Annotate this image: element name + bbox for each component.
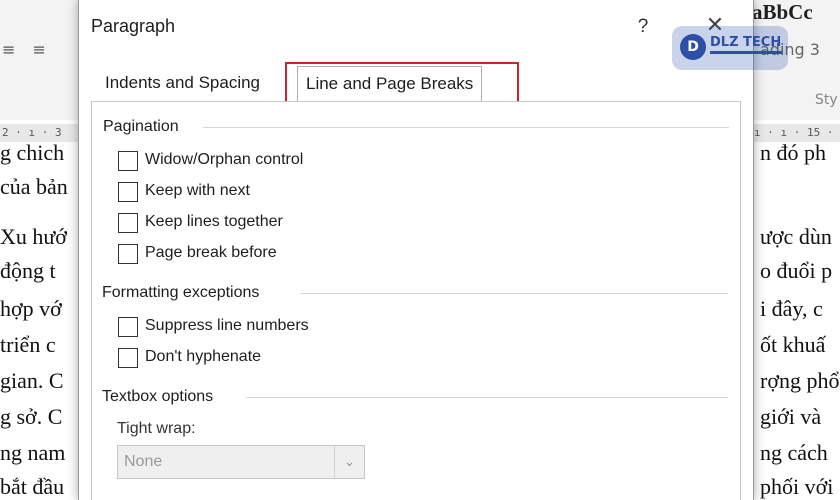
widow-orphan-label[interactable]: Widow/Orphan control: [145, 151, 303, 169]
pagination-group-title: Pagination: [103, 118, 179, 135]
tight-wrap-value: None: [124, 453, 163, 470]
chevron-down-icon: ⌄: [334, 446, 364, 478]
doc-text-line: Xu hướ: [0, 224, 67, 249]
style-preview: aBbCc: [752, 0, 813, 24]
doc-text-line: hợp vớ: [0, 296, 62, 321]
dlz-tech-logo: D DLZ TECH: [672, 26, 788, 70]
suppress-line-numbers-label[interactable]: Suppress line numbers: [145, 317, 309, 335]
keep-with-next-label[interactable]: Keep with next: [145, 182, 250, 200]
keep-lines-together-checkbox[interactable]: [118, 213, 138, 233]
doc-text-line: triển c: [0, 332, 56, 357]
ribbon-left: ≡ ≡: [0, 0, 80, 120]
tight-wrap-label: Tight wrap:: [117, 420, 196, 437]
logo-underline: [710, 51, 782, 54]
textbox-options-title: Textbox options: [102, 388, 214, 405]
suppress-line-numbers-checkbox[interactable]: [118, 317, 138, 337]
tab-indents-and-spacing[interactable]: Indents and Spacing: [97, 66, 268, 100]
doc-text-line: n đó ph: [760, 140, 826, 165]
doc-text-line: ng nam: [0, 440, 66, 465]
doc-text-line: rợng phổ: [760, 368, 840, 393]
doc-text-line: g sở. C: [0, 404, 63, 429]
page-break-before-label[interactable]: Page break before: [145, 244, 277, 262]
doc-text-line: gian. C: [0, 368, 64, 393]
dont-hyphenate-label[interactable]: Don't hyphenate: [145, 348, 261, 366]
doc-text-line: của bản: [0, 174, 68, 199]
doc-text-line: i đây, c: [760, 296, 823, 321]
keep-lines-together-label[interactable]: Keep lines together: [145, 213, 283, 231]
formatting-exceptions-title: Formatting exceptions: [102, 284, 260, 301]
doc-text-line: o đuổi p: [760, 258, 833, 283]
keep-with-next-checkbox[interactable]: [118, 182, 138, 202]
logo-mark-icon: D: [680, 34, 706, 60]
textbox-divider: [246, 397, 728, 398]
formatting-divider: [300, 293, 728, 294]
doc-text-line: ốt khuấ: [760, 332, 826, 357]
doc-text-line: ược dùn: [760, 224, 832, 249]
doc-text-line: giới và: [760, 404, 822, 429]
doc-text-line: phối với: [760, 474, 834, 499]
pagination-divider: [203, 127, 729, 128]
doc-text-line: g chich: [0, 140, 65, 165]
dialog-title: Paragraph: [91, 16, 176, 36]
doc-text-line: động t: [0, 258, 56, 283]
widow-orphan-checkbox[interactable]: [118, 151, 138, 171]
doc-text-line: bắt đầu: [0, 474, 65, 499]
tight-wrap-select: None ⌄: [117, 445, 365, 479]
doc-text-line: ng cách: [760, 440, 828, 465]
page-break-before-checkbox[interactable]: [118, 244, 138, 264]
paragraph-align-icons: ≡ ≡: [2, 40, 52, 59]
logo-text: DLZ TECH: [710, 35, 782, 50]
styles-group-label: Sty: [815, 92, 838, 108]
help-button[interactable]: ?: [631, 14, 655, 40]
dont-hyphenate-checkbox[interactable]: [118, 348, 138, 368]
